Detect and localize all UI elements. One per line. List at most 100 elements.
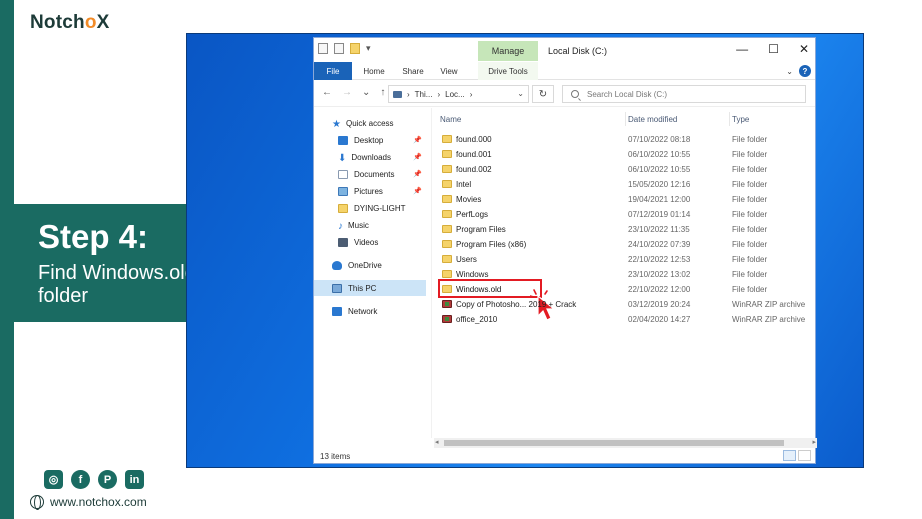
up-arrow-icon[interactable]: ↑ [380,87,385,98]
sidebar-item-videos[interactable]: Videos [314,234,426,250]
file-explorer-window: ▾ Manage Local Disk (C:) — ☐ ✕ File Home… [313,37,817,464]
music-icon: ♪ [338,220,343,232]
file-row[interactable]: Program Files 23/10/2022 11:35 File folder [434,222,817,237]
folder-icon [442,225,452,233]
help-icon[interactable]: ? [799,65,811,77]
expand-ribbon-icon[interactable]: ⌄ [786,67,793,76]
folder-icon [338,203,348,213]
sidebar-item-pictures[interactable]: Pictures 📌 [314,183,426,199]
pinterest-icon[interactable]: P [98,470,117,489]
tutorial-slide: NotchoX Step 4: Find Windows.old folder … [0,0,922,519]
pin-icon: 📌 [413,188,422,195]
linkedin-icon[interactable]: in [125,470,144,489]
instagram-icon[interactable]: ◎ [44,470,63,489]
sidebar-item-onedrive[interactable]: OneDrive [314,257,426,273]
file-row[interactable]: found.002 06/10/2022 10:55 File folder [434,162,817,177]
star-icon: ★ [332,118,341,130]
column-header-name[interactable]: Name [440,112,626,126]
file-row[interactable]: found.001 06/10/2022 10:55 File folder [434,147,817,162]
address-bar-row: ← → ⌄ ↑ › Thi... › Loc... › ⌄ ↻ Search L… [314,81,815,107]
network-icon [332,306,342,316]
sidebar-item-quick-access[interactable]: ★ Quick access [314,115,426,131]
refresh-button[interactable]: ↻ [532,85,554,103]
ribbon-tabs: File Home Share View Drive Tools ⌄ ? [314,62,815,80]
left-accent-stripe [0,0,14,519]
scroll-left-arrow-icon[interactable]: ◂ [435,438,439,446]
item-count: 13 items [320,452,351,461]
breadcrumb-local-disk[interactable]: Loc... [445,90,465,99]
properties-icon[interactable] [318,43,328,54]
file-row[interactable]: Users 22/10/2022 12:53 File folder [434,252,817,267]
highlight-box [438,279,542,298]
horizontal-scrollbar[interactable]: ◂ ▸ [434,438,817,448]
website-link[interactable]: www.notchox.com [30,495,147,510]
sidebar-item-desktop[interactable]: Desktop 📌 [314,132,426,148]
breadcrumb-separator-icon: › [437,89,441,99]
folder-icon [442,150,452,158]
facebook-icon[interactable]: f [71,470,90,489]
maximize-button[interactable]: ☐ [768,42,779,56]
breadcrumb-separator-icon: › [469,89,473,99]
file-row-windows-old[interactable]: Windows.old 22/10/2022 12:00 File folder [434,279,817,321]
sidebar-item-this-pc[interactable]: This PC [314,280,426,296]
tab-view[interactable]: View [434,62,464,80]
folder-icon [442,165,452,173]
tab-file[interactable]: File [314,62,352,80]
winrar-archive-icon [442,300,452,308]
manage-tab[interactable]: Manage [478,41,538,61]
file-row[interactable]: PerfLogs 07/12/2019 01:14 File folder [434,207,817,222]
videos-icon [338,237,348,247]
file-row[interactable]: office_2010 02/04/2020 14:27 WinRAR ZIP ar… [434,312,817,327]
folder-icon [442,210,452,218]
tab-home[interactable]: Home [358,62,390,80]
sidebar-item-documents[interactable]: Documents 📌 [314,166,426,182]
file-row[interactable]: Intel 15/05/2020 12:16 File folder [434,177,817,192]
back-arrow-icon[interactable]: ← [322,87,332,98]
window-controls: — ☐ ✕ [736,42,809,56]
document-icon [338,169,348,179]
folder-icon [442,195,452,203]
address-dropdown-icon[interactable]: ⌄ [517,89,524,98]
navigation-buttons: ← → ⌄ ↑ [322,87,385,98]
desktop-icon [338,135,348,145]
customize-toolbar-icon[interactable]: ▾ [366,43,371,54]
column-header-type[interactable]: Type [730,112,816,126]
file-row[interactable]: found.000 07/10/2022 08:18 File folder [434,132,817,147]
recent-locations-icon[interactable]: ⌄ [362,87,370,98]
scrollbar-thumb[interactable] [444,440,784,446]
pin-icon: 📌 [413,137,422,144]
pictures-icon [338,186,348,196]
search-input[interactable]: Search Local Disk (C:) [562,85,806,103]
column-header-date[interactable]: Date modified [626,112,730,126]
brand-logo: NotchoX [30,12,110,33]
folder-icon [442,240,452,248]
sidebar-item-music[interactable]: ♪ Music [314,217,426,233]
checklist-icon[interactable] [334,43,344,54]
breadcrumb-this-pc[interactable]: Thi... [415,90,433,99]
pin-icon: 📌 [413,154,422,161]
address-bar[interactable]: › Thi... › Loc... › ⌄ [388,85,529,103]
navigation-pane: ★ Quick access Desktop 📌 ⬇ Downloads 📌 Docum… [314,108,432,438]
sidebar-item-dying-light[interactable]: DYING-LIGHT [314,200,426,216]
tab-share[interactable]: Share [398,62,428,80]
quick-access-toolbar: ▾ [318,43,371,54]
file-row[interactable]: Program Files (x86) 24/10/2022 07:39 File … [434,237,817,252]
large-icons-view-icon[interactable] [798,450,811,461]
website-url: www.notchox.com [50,495,147,509]
sidebar-item-downloads[interactable]: ⬇ Downloads 📌 [314,149,426,165]
file-row[interactable]: Movies 19/04/2021 12:00 File folder [434,192,817,207]
close-button[interactable]: ✕ [799,42,809,56]
file-row[interactable]: Copy of Photosho... 2019 + Crack 03/12/20… [434,297,817,312]
computer-icon [393,90,402,98]
minimize-button[interactable]: — [736,42,748,56]
search-placeholder: Search Local Disk (C:) [587,89,668,99]
folder-icon [442,180,452,188]
sidebar-item-network[interactable]: Network [314,303,426,319]
details-view-icon[interactable] [783,450,796,461]
folder-icon [442,255,452,263]
scroll-right-arrow-icon[interactable]: ▸ [812,438,816,446]
tab-drive-tools[interactable]: Drive Tools [478,62,538,80]
window-title: Local Disk (C:) [548,46,608,56]
new-folder-icon[interactable] [350,43,360,54]
forward-arrow-icon[interactable]: → [342,87,352,98]
